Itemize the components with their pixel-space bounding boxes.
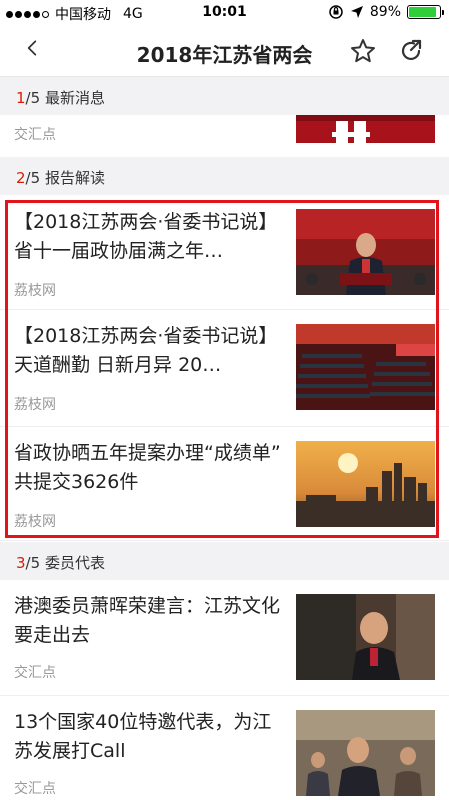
article-thumbnail (296, 209, 435, 295)
battery-icon (407, 5, 444, 19)
article-thumbnail (296, 594, 435, 680)
location-arrow-icon (350, 6, 363, 18)
article-source: 荔枝网 (14, 514, 56, 530)
section-index: 1 (16, 89, 26, 107)
section-name: 报告解读 (44, 169, 105, 187)
section-index: 3 (16, 554, 26, 572)
section-total: /5 (25, 169, 41, 187)
article-source: 交汇点 (14, 665, 56, 681)
list-item[interactable]: 13个国家40位特邀代表，为江苏发展打Call 交汇点 (0, 696, 449, 800)
article-title: 港澳委员萧晖荣建言：江苏文化要走出去 (14, 595, 281, 646)
section-name: 委员代表 (44, 554, 105, 572)
article-thumbnail (296, 441, 435, 527)
section-header-members[interactable]: 3/5 委员代表 (0, 542, 449, 580)
article-source: 荔枝网 (14, 283, 56, 299)
article-thumbnail (296, 710, 435, 796)
battery-percent: 89% (369, 4, 401, 20)
star-icon[interactable] (350, 38, 376, 64)
battery-level (409, 7, 436, 17)
section-header-latest[interactable]: 1/5 最新消息 (0, 77, 449, 115)
section-name: 最新消息 (44, 89, 105, 107)
article-thumbnail (296, 324, 435, 410)
navigation-bar: 2018年江苏省两会 (0, 26, 449, 77)
status-bar: 中国移动 4G 10:01 89% (0, 0, 449, 26)
list-item[interactable]: 【2018江苏两会·省委书记说】天道酬勤 日新月异 20… 荔枝网 (0, 310, 449, 427)
article-title: 【2018江苏两会·省委书记说】省十一届政协届满之年… (14, 211, 278, 262)
orientation-lock-icon (329, 5, 343, 19)
section-total: /5 (25, 89, 41, 107)
status-right: 89% (328, 4, 444, 20)
section-index: 2 (16, 169, 26, 187)
list-item[interactable]: 港澳委员萧晖荣建言：江苏文化要走出去 交汇点 (0, 580, 449, 696)
list-item[interactable]: 交汇点 (0, 115, 449, 158)
list-item[interactable]: 【2018江苏两会·省委书记说】省十一届政协届满之年… 荔枝网 (0, 196, 449, 310)
article-source: 荔枝网 (14, 397, 56, 413)
section-total: /5 (25, 554, 41, 572)
article-title: 13个国家40位特邀代表，为江苏发展打Call (14, 711, 272, 762)
article-thumbnail (296, 115, 435, 143)
page-title: 2018年江苏省两会 (136, 43, 313, 67)
article-title: 【2018江苏两会·省委书记说】天道酬勤 日新月异 20… (14, 325, 278, 376)
article-source: 交汇点 (14, 781, 56, 797)
share-icon[interactable] (398, 38, 424, 64)
list-item[interactable]: 省政协晒五年提案办理“成绩单” 共提交3626件 荔枝网 (0, 427, 449, 541)
article-source: 交汇点 (14, 127, 56, 143)
article-title: 省政协晒五年提案办理“成绩单” 共提交3626件 (14, 442, 281, 493)
section-header-report[interactable]: 2/5 报告解读 (0, 157, 449, 195)
